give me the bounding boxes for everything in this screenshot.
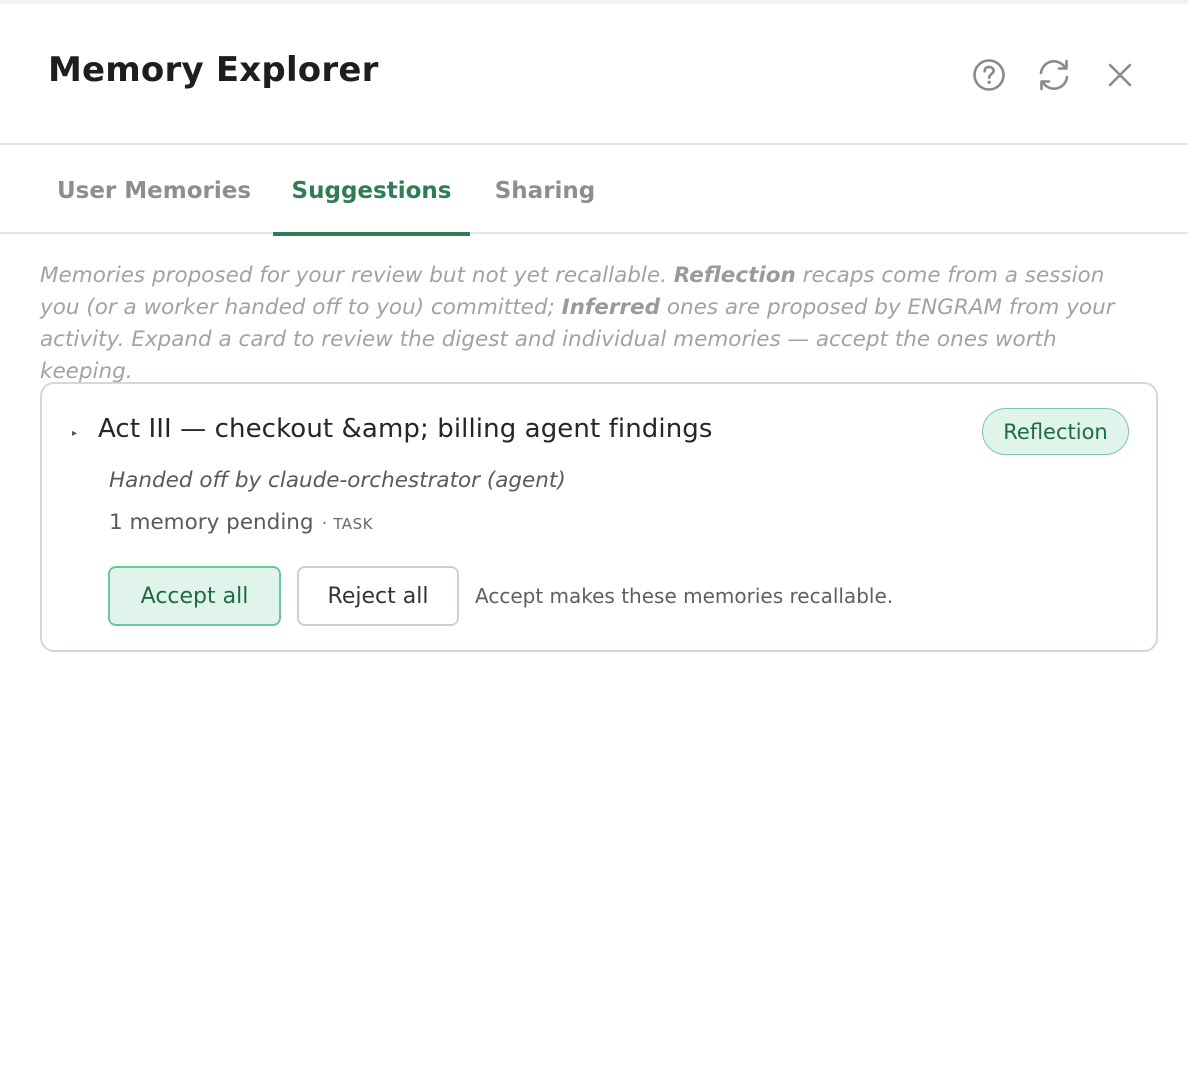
close-icon: [1107, 62, 1133, 88]
intro-text-1: Memories proposed for your review but no…: [40, 263, 674, 288]
header: Memory Explorer: [0, 4, 1188, 145]
tab-bar: User Memories Suggestions Sharing: [0, 147, 1188, 236]
page-title: Memory Explorer: [48, 50, 379, 90]
tab-sharing[interactable]: Sharing: [470, 147, 620, 234]
suggestions-intro: Memories proposed for your review but no…: [40, 260, 1150, 388]
tab-user-memories[interactable]: User Memories: [40, 147, 268, 234]
intro-inferred-term: Inferred: [561, 295, 660, 320]
intro-reflection-term: Reflection: [673, 263, 796, 288]
help-circle-icon: [972, 58, 1006, 92]
accept-note: Accept makes these memories recallable.: [475, 584, 894, 608]
handoff-text: Handed off by claude-orchestrator (agent…: [109, 468, 566, 493]
suggestion-card: ▸ Act III — checkout &amp; billing agent…: [40, 382, 1158, 652]
help-button[interactable]: [970, 56, 1008, 94]
pending-separator: ·: [321, 513, 328, 534]
accept-all-button[interactable]: Accept all: [108, 566, 281, 626]
refresh-icon: [1036, 58, 1072, 92]
refresh-button[interactable]: [1035, 56, 1073, 94]
card-title[interactable]: Act III — checkout &amp; billing agent f…: [98, 414, 713, 444]
tab-suggestions[interactable]: Suggestions: [273, 147, 470, 236]
reflection-badge: Reflection: [982, 408, 1129, 455]
reject-all-button[interactable]: Reject all: [297, 566, 459, 626]
pending-info: 1 memory pending · TASK: [109, 510, 373, 535]
memory-kind-label: TASK: [333, 515, 373, 533]
expand-caret-icon[interactable]: ▸: [72, 428, 77, 439]
pending-count: 1 memory pending: [109, 510, 314, 535]
close-button[interactable]: [1101, 56, 1139, 94]
